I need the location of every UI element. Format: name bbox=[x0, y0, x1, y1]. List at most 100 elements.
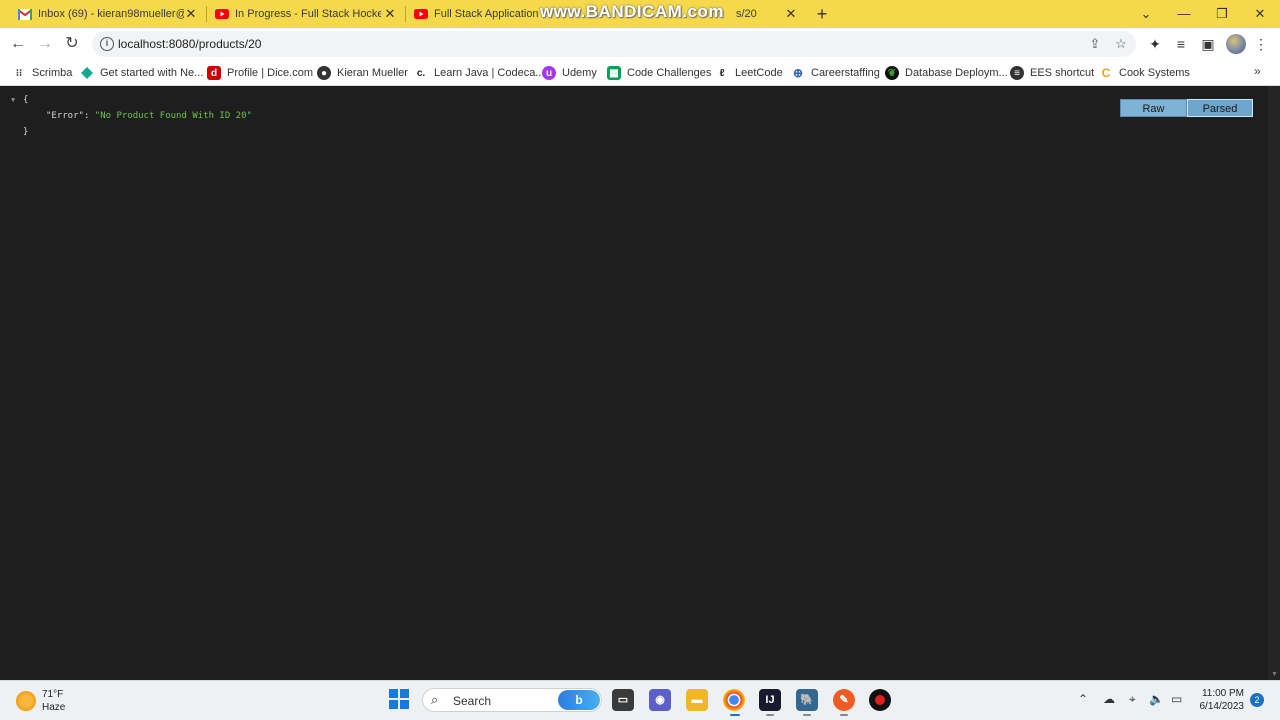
dice-icon: d bbox=[207, 66, 221, 80]
bookmark-code-challenges[interactable]: ▦ Code Challenges bbox=[607, 65, 711, 81]
bandicam-icon[interactable] bbox=[869, 689, 891, 711]
volume-icon[interactable]: 🔈 bbox=[1149, 692, 1164, 706]
minimize-icon[interactable]: — bbox=[1174, 4, 1194, 24]
notification-badge[interactable]: 2 bbox=[1250, 693, 1264, 707]
json-value: "No Product Found With ID 20" bbox=[94, 111, 252, 121]
youtube-icon bbox=[414, 7, 428, 21]
json-open-brace: { bbox=[23, 95, 29, 105]
code-challenges-icon: ▦ bbox=[607, 66, 621, 80]
site-info-icon[interactable]: i bbox=[100, 37, 114, 51]
bookmark-dice-profile[interactable]: d Profile | Dice.com bbox=[207, 65, 313, 81]
back-icon[interactable]: ← bbox=[7, 33, 29, 55]
bookmark-label: Profile | Dice.com bbox=[227, 67, 313, 79]
bookmark-codecademy[interactable]: c. Learn Java | Codeca... bbox=[414, 65, 545, 81]
bookmark-cook-systems[interactable]: C Cook Systems bbox=[1099, 65, 1190, 81]
udemy-icon: u bbox=[542, 66, 556, 80]
weather-temperature: 71°F bbox=[42, 689, 64, 700]
close-tab-icon[interactable]: ✕ bbox=[784, 7, 798, 21]
bookmark-label: Cook Systems bbox=[1119, 67, 1190, 79]
network-icon[interactable]: ⌖ bbox=[1129, 692, 1136, 707]
bookmark-leetcode[interactable]: ℓ LeetCode bbox=[715, 65, 783, 81]
bookmark-label: Scrimba bbox=[32, 67, 73, 79]
json-row: "Error": "No Product Found With ID 20" bbox=[46, 111, 252, 121]
restore-icon[interactable]: ❐ bbox=[1212, 4, 1232, 24]
bookmark-ees-shortcut[interactable]: ≡ EES shortcut bbox=[1010, 65, 1094, 81]
close-window-icon[interactable]: ✕ bbox=[1250, 4, 1270, 24]
taskbar-search[interactable]: ⌕ Search b bbox=[422, 688, 602, 712]
diamond-icon bbox=[80, 66, 94, 80]
scroll-down-icon[interactable]: ▼ bbox=[1271, 671, 1278, 678]
postman-icon[interactable]: ✎ bbox=[833, 689, 855, 711]
postgresql-icon[interactable]: 🐘 bbox=[796, 689, 818, 711]
search-icon: ⌕ bbox=[431, 692, 439, 707]
parsed-button[interactable]: Parsed bbox=[1187, 99, 1253, 117]
bookmark-get-started[interactable]: Get started with Ne... bbox=[80, 65, 203, 81]
clock-date: 6/14/2023 bbox=[1199, 701, 1245, 712]
onedrive-icon[interactable]: ☁ bbox=[1103, 692, 1115, 706]
bookmark-careerstaffing[interactable]: ⊕ Careerstaffing bbox=[791, 65, 880, 81]
scrimba-icon: ⁝⁝ bbox=[15, 67, 23, 79]
tab-gmail-inbox[interactable]: Inbox (69) - kieran98mueller@gm ✕ bbox=[10, 0, 206, 28]
bing-icon[interactable]: b bbox=[558, 690, 600, 710]
collapse-toggle-icon[interactable]: ▼ bbox=[11, 96, 15, 104]
gmail-icon bbox=[18, 7, 32, 21]
leetcode-icon: ℓ bbox=[719, 67, 725, 79]
youtube-icon bbox=[215, 7, 229, 21]
running-app-indicator bbox=[840, 714, 848, 716]
json-close-brace: } bbox=[23, 127, 29, 137]
weather-widget[interactable]: 71°F Haze bbox=[16, 688, 65, 714]
bookmark-label: Careerstaffing bbox=[811, 67, 880, 79]
json-key: "Error" bbox=[46, 111, 84, 121]
windows-start-icon[interactable] bbox=[389, 689, 409, 709]
url-text[interactable]: localhost:8080/products/20 bbox=[118, 37, 261, 51]
raw-button[interactable]: Raw bbox=[1120, 99, 1187, 117]
side-panel-icon[interactable]: ▣ bbox=[1199, 35, 1217, 53]
globe-icon: ● bbox=[317, 66, 331, 80]
bookmark-label: Database Deploym... bbox=[905, 67, 1008, 79]
intellij-icon[interactable]: IJ bbox=[759, 689, 781, 711]
bookmark-scrimba[interactable]: ⁝⁝ Scrimba bbox=[12, 65, 73, 81]
file-explorer-icon[interactable]: ▬ bbox=[686, 689, 708, 711]
battery-icon[interactable]: ▭ bbox=[1171, 692, 1182, 706]
json-viewer: ▼ { "Error": "No Product Found With ID 2… bbox=[0, 86, 1268, 680]
ees-icon: ≡ bbox=[1010, 66, 1024, 80]
address-bar[interactable]: i localhost:8080/products/20 ⇪ ☆ bbox=[92, 31, 1136, 57]
tab-search-icon[interactable]: ⌄ bbox=[1136, 4, 1156, 24]
bookmark-label: Code Challenges bbox=[627, 67, 712, 79]
tab-title: Inbox (69) - kieran98mueller@gm bbox=[38, 8, 184, 20]
bookmark-label: Get started with Ne... bbox=[100, 67, 204, 79]
reload-icon[interactable]: ↻ bbox=[61, 33, 83, 55]
extensions-icon[interactable]: ✦ bbox=[1146, 35, 1164, 53]
bookmarks-bar: ⁝⁝ Scrimba Get started with Ne... d Prof… bbox=[0, 60, 1280, 86]
json-colon: : bbox=[83, 111, 90, 121]
codecademy-icon: c. bbox=[416, 67, 426, 79]
forward-icon[interactable]: → bbox=[34, 33, 56, 55]
close-tab-icon[interactable]: ✕ bbox=[383, 7, 397, 21]
careerstaffing-icon: ⊕ bbox=[792, 66, 804, 80]
tab-title: Full Stack Application - bbox=[434, 8, 546, 20]
mongodb-icon: ❦ bbox=[885, 66, 899, 80]
bookmark-database-deployment[interactable]: ❦ Database Deploym... bbox=[885, 65, 1008, 81]
bookmark-kieran-mueller[interactable]: ● Kieran Mueller bbox=[317, 65, 408, 81]
task-view-icon[interactable]: ▭ bbox=[612, 689, 634, 711]
profile-avatar[interactable] bbox=[1226, 34, 1246, 54]
title-bar: Inbox (69) - kieran98mueller@gm ✕ In Pro… bbox=[0, 0, 1280, 28]
close-tab-icon[interactable]: ✕ bbox=[184, 7, 198, 21]
menu-icon[interactable]: ⋮ bbox=[1252, 35, 1270, 53]
show-hidden-icons[interactable]: ⌃ bbox=[1078, 692, 1088, 706]
bookmark-star-icon[interactable]: ☆ bbox=[1112, 35, 1130, 53]
new-tab-icon[interactable]: + bbox=[812, 4, 832, 24]
system-clock[interactable]: 11:00 PM 6/14/2023 bbox=[1192, 687, 1245, 713]
more-bookmarks-icon[interactable]: » bbox=[1254, 64, 1261, 78]
tab-in-progress[interactable]: In Progress - Full Stack Hockey St ✕ bbox=[207, 0, 405, 28]
bookmark-label: Udemy bbox=[562, 67, 597, 79]
bookmark-udemy[interactable]: u Udemy bbox=[542, 65, 597, 81]
teams-chat-icon[interactable]: ◉ bbox=[649, 689, 671, 711]
search-label: Search bbox=[453, 694, 492, 708]
bookmark-label: Learn Java | Codeca... bbox=[434, 67, 545, 79]
reading-list-icon[interactable]: ≡ bbox=[1172, 35, 1190, 53]
scrollbar[interactable]: ▼ bbox=[1268, 86, 1280, 680]
share-icon[interactable]: ⇪ bbox=[1086, 35, 1104, 53]
browser-toolbar: ← → ↻ i localhost:8080/products/20 ⇪ ☆ ✦… bbox=[0, 28, 1280, 60]
chrome-icon[interactable] bbox=[723, 689, 745, 711]
